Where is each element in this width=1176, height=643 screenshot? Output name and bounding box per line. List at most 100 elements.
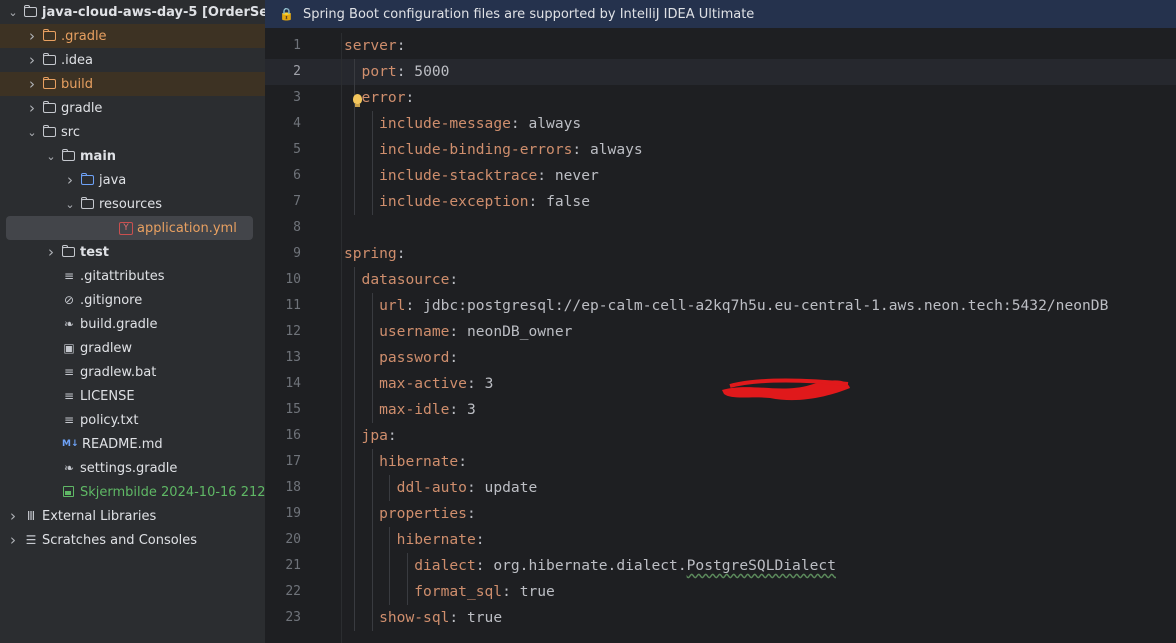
tree-item[interactable]: › Ⅲ External Libraries — [0, 504, 265, 528]
tree-item[interactable]: ❧ settings.gradle — [0, 456, 265, 480]
tree-item-label: gradlew.bat — [80, 364, 157, 380]
code-line[interactable]: include-message: always — [379, 111, 581, 137]
yaml-key: datasource — [361, 271, 450, 288]
yaml-key: show-sql — [379, 609, 450, 626]
tree-item[interactable]: ⌄ resources — [0, 192, 265, 216]
code-line[interactable]: error: — [362, 85, 415, 111]
yaml-value: update — [484, 479, 538, 496]
line-number: 19 — [285, 506, 301, 521]
tree-item[interactable]: › .gradle — [0, 24, 265, 48]
yaml-separator: : — [405, 89, 415, 106]
tree-item[interactable]: › gradle — [0, 96, 265, 120]
code-line[interactable]: hibernate: — [397, 527, 485, 553]
yaml-key: include-stacktrace — [379, 167, 538, 184]
code-line[interactable]: include-stacktrace: never — [379, 163, 599, 189]
chevron-right-icon[interactable]: › — [63, 171, 77, 189]
code-line[interactable]: datasource: — [362, 267, 459, 293]
text-icon: ≡ — [63, 269, 75, 283]
code-line[interactable]: max-active: 3 — [379, 371, 493, 397]
chevron-right-icon[interactable]: › — [6, 507, 20, 525]
folder-icon — [24, 5, 38, 19]
line-number: 16 — [285, 428, 301, 443]
chevron-down-icon[interactable]: ⌄ — [63, 198, 77, 211]
yaml-separator: : — [405, 297, 424, 314]
tree-item[interactable]: ▣ gradlew — [0, 336, 265, 360]
yaml-separator: : — [466, 505, 476, 522]
tree-item[interactable]: ⌄ src — [0, 120, 265, 144]
yaml-separator: : — [449, 323, 467, 340]
text-icon: ≡ — [63, 413, 75, 427]
code-line[interactable]: properties: — [379, 501, 476, 527]
code-line[interactable]: hibernate: — [379, 449, 467, 475]
tree-item[interactable]: › .idea — [0, 48, 265, 72]
code-editor[interactable]: 1 server: 2 port: 5000 3 error: 4 include-messa… — [265, 33, 1176, 643]
chevron-right-icon[interactable]: › — [44, 243, 58, 261]
code-line[interactable]: dialect: org.hibernate.dialect.PostgreSQ… — [414, 553, 836, 579]
yaml-key: password — [379, 349, 450, 366]
yaml-value: always — [589, 141, 643, 158]
tree-item[interactable]: ≡ LICENSE — [0, 384, 265, 408]
folder-icon — [81, 197, 95, 211]
text-icon: ≡ — [63, 365, 75, 379]
code-line[interactable]: password: — [379, 345, 458, 371]
chevron-right-icon[interactable]: › — [25, 75, 39, 93]
code-line[interactable]: max-idle: 3 — [379, 397, 476, 423]
chevron-down-icon[interactable]: ⌄ — [6, 6, 20, 19]
chevron-down-icon[interactable]: ⌄ — [25, 126, 39, 139]
chevron-down-icon[interactable]: ⌄ — [44, 150, 58, 163]
gradle-icon: ❧ — [63, 461, 75, 475]
yaml-separator: : — [396, 245, 406, 262]
tree-item[interactable]: › java — [0, 168, 265, 192]
line-number: 2 — [293, 64, 301, 79]
tree-item[interactable]: ❧ build.gradle — [0, 312, 265, 336]
banner-text: Spring Boot configuration files are supp… — [302, 6, 755, 22]
chevron-right-icon[interactable]: › — [25, 99, 39, 117]
yaml-key: max-active — [379, 375, 467, 392]
tree-item[interactable]: Yapplication.yml — [6, 216, 253, 240]
tree-item[interactable]: M↓ README.md — [0, 432, 265, 456]
tree-item[interactable]: › build — [0, 72, 265, 96]
indent-guide — [354, 267, 355, 631]
tree-item-label: test — [80, 244, 109, 260]
ignore-icon: ⊘ — [63, 293, 75, 307]
tree-item[interactable]: ⊘ .gitignore — [0, 288, 265, 312]
folder-icon — [43, 53, 57, 67]
yaml-separator: : — [396, 63, 415, 80]
code-line[interactable]: username: neonDB_owner — [379, 319, 572, 345]
line-number: 12 — [285, 324, 301, 339]
yaml-key: ddl-auto — [396, 479, 467, 496]
code-line[interactable]: url: jdbc:postgresql://ep-calm-cell-a2kq… — [379, 293, 1108, 319]
text-icon: ≡ — [63, 389, 75, 403]
code-line[interactable]: ddl-auto: update — [397, 475, 538, 501]
line-number: 1 — [293, 38, 301, 53]
yaml-key: port — [361, 63, 397, 80]
tree-item[interactable]: › test — [0, 240, 265, 264]
tree-item[interactable]: ≡ policy.txt — [0, 408, 265, 432]
tree-item[interactable]: ⌄ java-cloud-aws-day-5 [OrderService] — [0, 0, 265, 24]
code-line[interactable]: show-sql: true — [379, 605, 502, 631]
code-line[interactable]: include-binding-errors: always — [379, 137, 643, 163]
code-line[interactable]: port: 5000 — [362, 59, 450, 85]
tree-item[interactable]: ≡ .gitattributes — [0, 264, 265, 288]
tree-item-label: java-cloud-aws-day-5 [OrderService] — [42, 4, 265, 20]
code-line[interactable]: format_sql: true — [414, 579, 555, 605]
scratches-icon: ☰ — [25, 533, 37, 547]
tree-item-label: src — [61, 124, 80, 140]
chevron-right-icon[interactable]: › — [25, 27, 39, 45]
code-line[interactable]: jpa: — [362, 423, 397, 449]
tree-item[interactable]: Skjermbilde 2024-10-16 212852.png — [0, 480, 265, 504]
tree-item-label: main — [80, 148, 117, 164]
line-number: 18 — [285, 480, 301, 495]
yaml-file-icon: Y — [119, 221, 133, 235]
yaml-key: properties — [379, 505, 467, 522]
tree-item-label: External Libraries — [42, 508, 157, 524]
code-line[interactable]: include-exception: false — [379, 189, 590, 215]
chevron-right-icon[interactable]: › — [25, 51, 39, 69]
tree-item[interactable]: ⌄ main — [0, 144, 265, 168]
tree-item[interactable]: ≡ gradlew.bat — [0, 360, 265, 384]
chevron-right-icon[interactable]: › — [6, 531, 20, 549]
code-line[interactable]: server: — [344, 33, 406, 59]
code-line[interactable]: spring: — [344, 241, 406, 267]
folder-icon — [62, 149, 76, 163]
tree-item[interactable]: › ☰ Scratches and Consoles — [0, 528, 265, 552]
